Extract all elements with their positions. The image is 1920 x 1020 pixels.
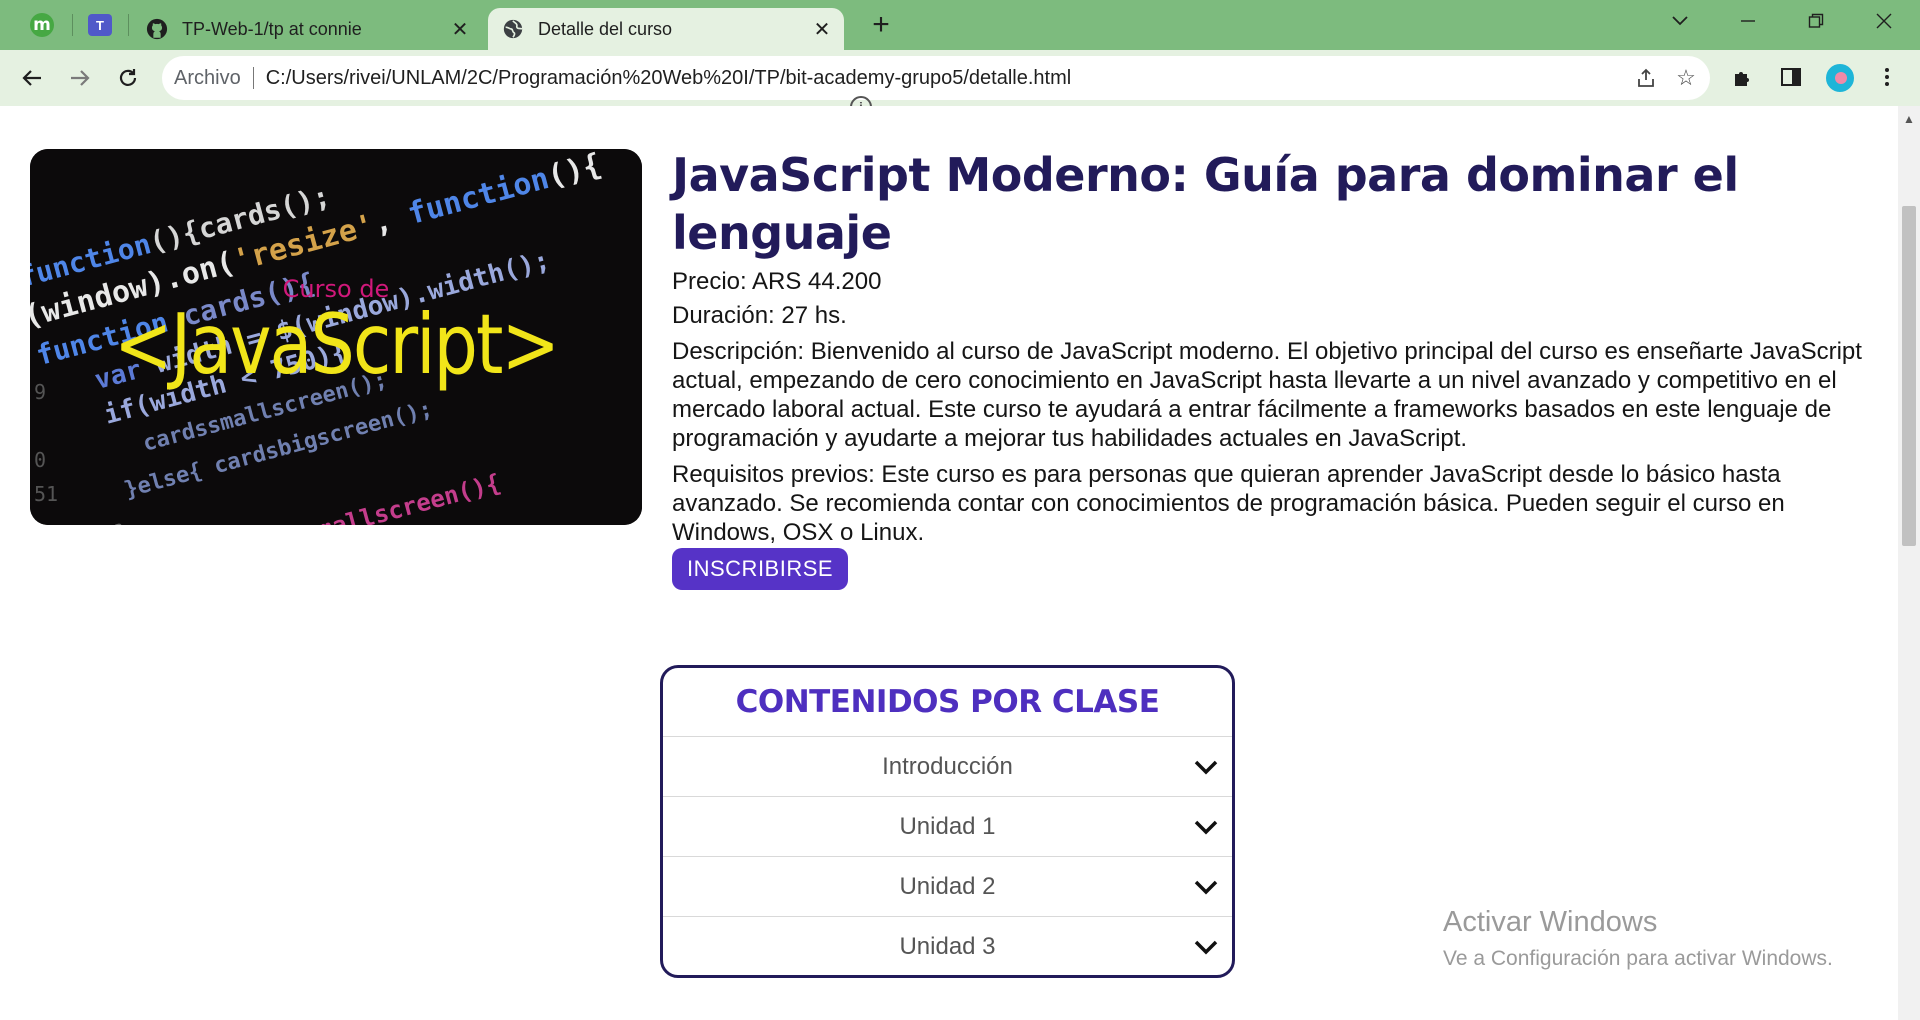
svg-text:51: 51 (34, 482, 58, 506)
url-text[interactable]: C:/Users/rivei/UNLAM/2C/Programación%20W… (266, 67, 1072, 90)
address-bar[interactable]: i Archivo C:/Users/rivei/UNLAM/2C/Progra… (162, 56, 1710, 118)
back-arrow-icon[interactable] (14, 60, 50, 96)
course-image: $(function(){cards(); $(window).on('resi… (30, 149, 642, 525)
tab-course-detail[interactable]: Detalle del curso ✕ (488, 8, 844, 50)
close-tab-icon[interactable]: ✕ (448, 17, 472, 41)
windows-activation-watermark: Activar Windows Ve a Configuración para … (1443, 906, 1833, 971)
accordion-item-label: Unidad 2 (899, 872, 996, 900)
profile-avatar[interactable] (1824, 62, 1856, 94)
tab-title: TP-Web-1/tp at connie (182, 18, 362, 39)
extensions-puzzle-icon[interactable] (1728, 62, 1758, 92)
accordion-item-label: Unidad 3 (899, 932, 996, 960)
tab-separator (128, 14, 129, 36)
vertical-scrollbar[interactable]: ▲ (1898, 106, 1920, 1020)
github-icon (146, 18, 168, 40)
chevron-down-icon[interactable] (1192, 813, 1220, 841)
tab-title: Detalle del curso (538, 18, 673, 39)
contents-accordion: CONTENIDOS POR CLASE Introducción Unidad… (660, 665, 1235, 978)
accordion-item-label: Introducción (882, 752, 1013, 780)
origin-label: Archivo (174, 66, 241, 89)
chevron-down-icon[interactable] (1192, 753, 1220, 781)
course-requirements: Requisitos previos: Este curso es para p… (672, 461, 1785, 546)
window-close-icon[interactable] (1864, 6, 1904, 36)
minimize-icon[interactable] (1728, 6, 1768, 36)
contents-title: CONTENIDOS POR CLASE (735, 684, 1160, 720)
menu-kebab-icon[interactable] (1872, 62, 1902, 92)
svg-text:0: 0 (34, 448, 46, 472)
javascript-code-illustration: $(function(){cards(); $(window).on('resi… (30, 149, 642, 525)
tab-search-chevron-icon[interactable] (1660, 6, 1700, 36)
tab-github[interactable]: TP-Web-1/tp at connie ✕ (132, 8, 482, 50)
scroll-up-arrow-icon[interactable]: ▲ (1903, 112, 1915, 126)
accordion-item-introduccion[interactable]: Introducción (663, 736, 1232, 796)
course-info: JavaScript Moderno: Guía para dominar el… (672, 146, 1894, 547)
browser-toolbar: i Archivo C:/Users/rivei/UNLAM/2C/Progra… (0, 50, 1920, 118)
chevron-down-icon[interactable] (1192, 933, 1220, 961)
watermark-subtitle: Ve a Configuración para activar Windows. (1443, 947, 1833, 970)
accordion-item-unidad-2[interactable]: Unidad 2 (663, 856, 1232, 916)
course-price: Precio: ARS 44.200 (672, 268, 882, 295)
course-duration: Duración: 27 hs. (672, 302, 847, 329)
address-divider (252, 67, 254, 89)
pinned-tab-m-app[interactable]: m (22, 8, 62, 42)
page-viewport: $(function(){cards(); $(window).on('resi… (0, 106, 1920, 1020)
reload-icon[interactable] (110, 60, 146, 96)
share-icon[interactable] (1632, 64, 1660, 92)
chevron-down-icon[interactable] (1192, 873, 1220, 901)
accordion-item-label: Unidad 1 (899, 812, 996, 840)
globe-icon (502, 18, 524, 40)
bookmark-star-icon[interactable]: ☆ (1672, 64, 1700, 92)
accordion-item-unidad-3[interactable]: Unidad 3 (663, 916, 1232, 975)
image-caption-big: <JavaScript> (114, 298, 558, 394)
accordion-item-unidad-1[interactable]: Unidad 1 (663, 796, 1232, 856)
pinned-tab-teams[interactable]: T (80, 8, 120, 42)
restore-icon[interactable] (1796, 6, 1836, 36)
m-app-icon: m (30, 13, 54, 37)
watermark-title: Activar Windows (1443, 906, 1658, 938)
forward-arrow-icon[interactable] (62, 60, 98, 96)
scrollbar-thumb[interactable] (1902, 206, 1916, 546)
course-description: Descripción: Bienvenido al curso de Java… (672, 338, 1862, 452)
close-tab-icon[interactable]: ✕ (810, 17, 834, 41)
enroll-button[interactable]: INSCRIBIRSE (672, 548, 849, 590)
new-tab-plus-icon[interactable]: + (866, 8, 896, 41)
side-panel-icon[interactable] (1776, 62, 1806, 92)
tab-separator (72, 14, 73, 36)
teams-icon: T (88, 14, 112, 36)
tab-strip: m T TP-Web-1/tp at connie ✕ Detalle del … (0, 0, 1920, 50)
course-title: JavaScript Moderno: Guía para dominar el… (672, 148, 1739, 260)
svg-text:9: 9 (34, 380, 46, 404)
